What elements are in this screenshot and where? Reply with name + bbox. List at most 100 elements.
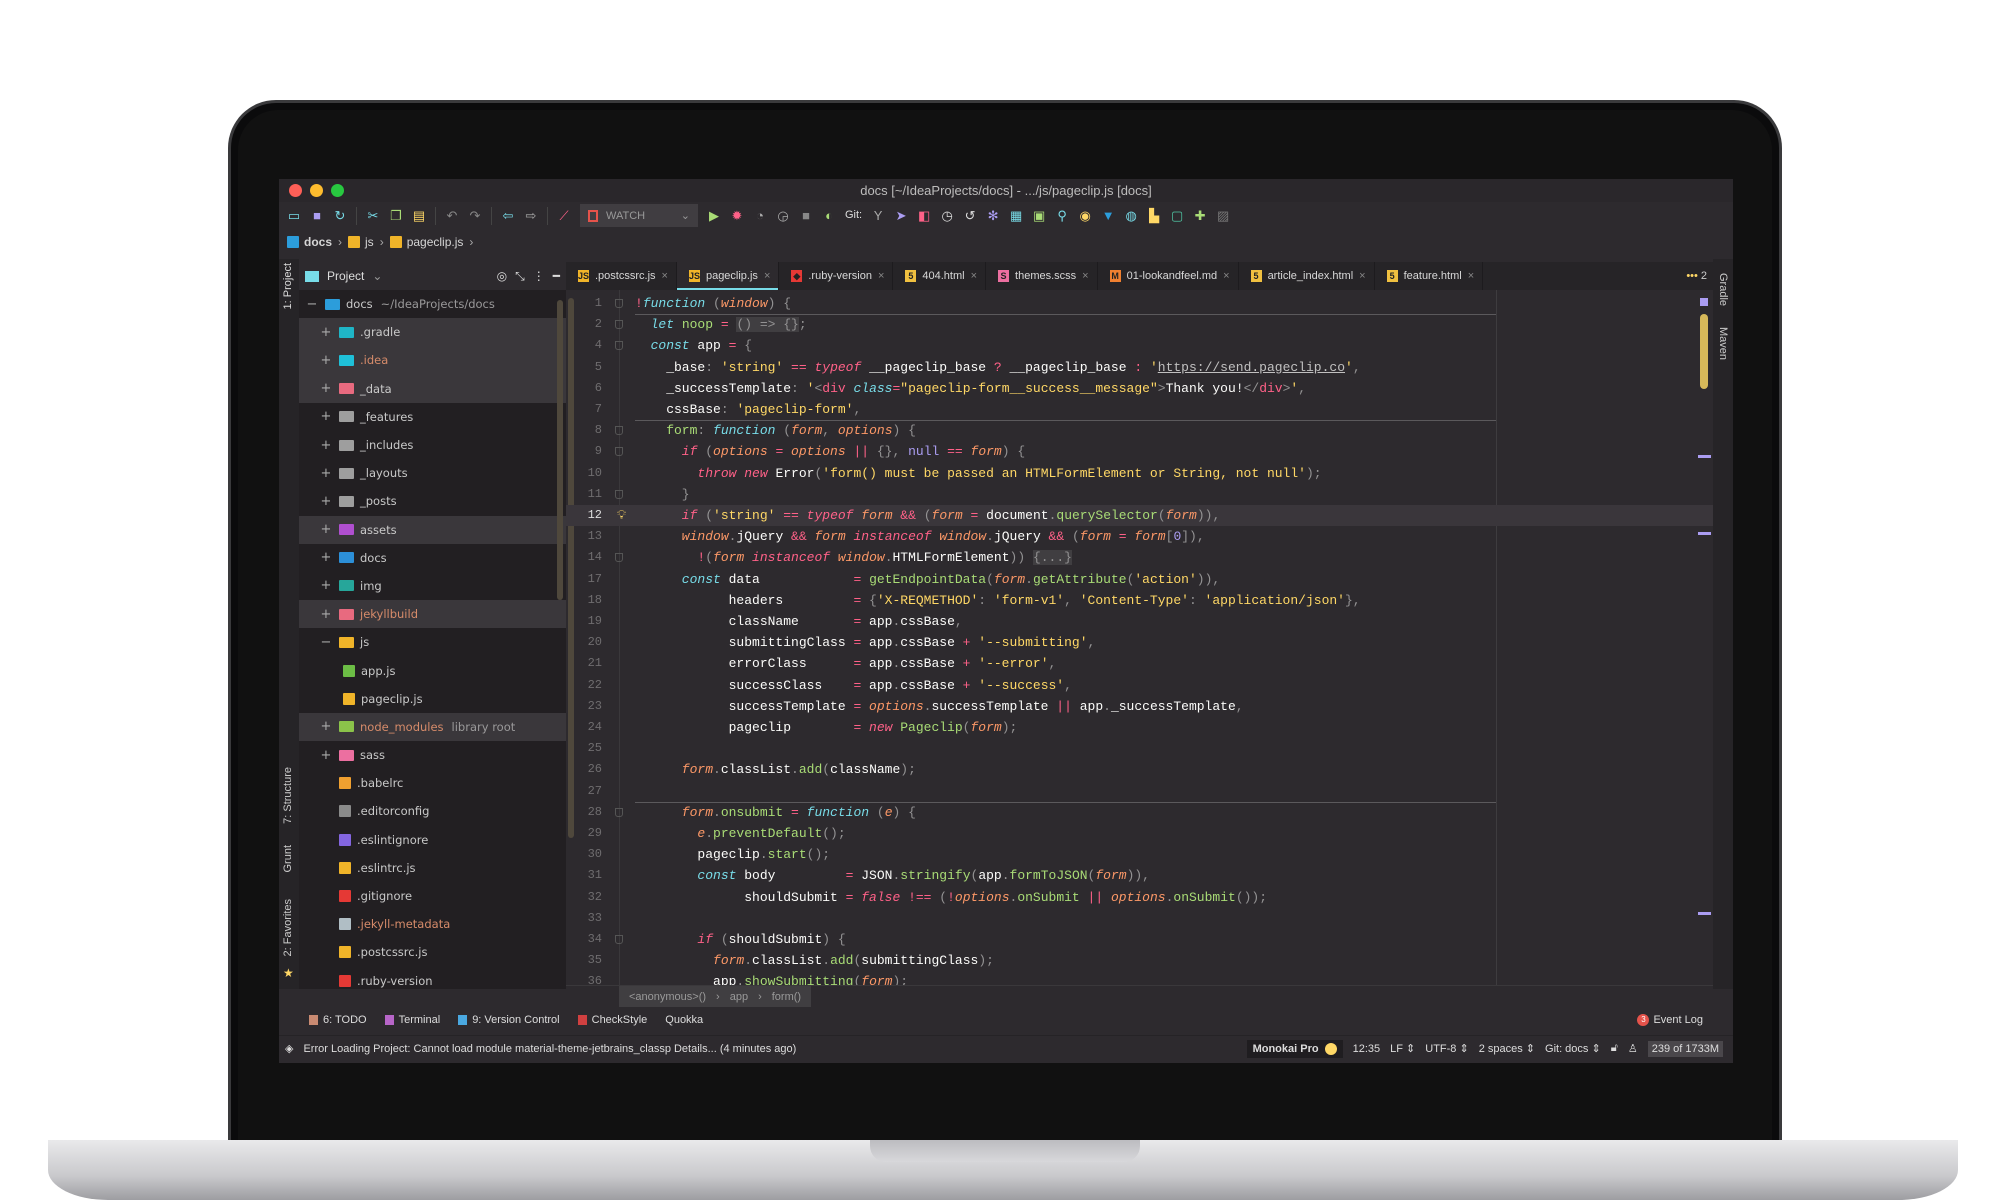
collapse-all-icon[interactable]: ⤡ — [515, 269, 525, 284]
stripe-mark[interactable] — [1698, 532, 1711, 535]
tree-item[interactable]: + _data — [299, 374, 566, 403]
tab-404-html[interactable]: 5 404.html × — [893, 262, 987, 290]
build-icon[interactable]: ⟋ — [557, 209, 571, 223]
terminal-icon[interactable]: ▣ — [1032, 209, 1046, 223]
tree-item[interactable]: + img — [299, 572, 566, 600]
tool-window-project[interactable]: 1: Project — [282, 263, 294, 309]
status-message[interactable]: Error Loading Project: Cannot load modul… — [303, 1043, 796, 1055]
tree-item[interactable]: + sass — [299, 741, 566, 769]
search-icon[interactable]: ⚲ — [1055, 209, 1069, 223]
hector-icon[interactable]: ♙ — [1628, 1042, 1638, 1055]
tool-button-terminal[interactable]: Terminal — [384, 1014, 440, 1026]
tool-button-quokka[interactable]: Quokka — [665, 1014, 703, 1026]
layers-icon[interactable]: ◈ — [285, 1042, 293, 1055]
fold-icon[interactable] — [615, 553, 623, 563]
tree-item[interactable]: + _layouts — [299, 459, 566, 487]
tree-item[interactable]: − docs ~/IdeaProjects/docs — [299, 290, 566, 318]
tree-item[interactable]: app.js — [299, 656, 566, 684]
debug-icon[interactable]: ✹ — [730, 209, 744, 223]
close-tab-icon[interactable]: × — [1082, 270, 1088, 282]
run-icon[interactable]: ▶ — [707, 209, 721, 223]
back-icon[interactable]: ⇦ — [501, 209, 515, 223]
fold-icon[interactable] — [615, 426, 623, 436]
intention-bulb-icon[interactable]: 💡︎ — [617, 507, 626, 523]
line-ending-selector[interactable]: LF ⇕ — [1390, 1042, 1415, 1055]
expand-icon[interactable]: + — [319, 438, 333, 453]
sync-icon[interactable]: ↻ — [333, 209, 347, 223]
editor-breadcrumb-item[interactable]: <anonymous>() — [629, 991, 706, 1003]
coverage-icon[interactable]: ◶ — [776, 209, 790, 223]
expand-icon[interactable]: + — [319, 325, 333, 340]
plugin-icon[interactable]: ◉ — [1078, 209, 1092, 223]
bookmark-icon[interactable]: ▼ — [1101, 209, 1115, 223]
tree-item[interactable]: .jekyll-metadata — [299, 910, 566, 938]
tree-item[interactable]: + .gradle — [299, 318, 566, 347]
minimize-button[interactable] — [310, 184, 323, 197]
git-compare-icon[interactable]: ◧ — [917, 209, 931, 223]
tree-item[interactable]: + _features — [299, 403, 566, 431]
stripe-mark[interactable] — [1698, 455, 1711, 458]
theme-switcher[interactable]: Monokai Pro — [1246, 1039, 1343, 1058]
fold-icon[interactable] — [615, 807, 623, 817]
layout-icon[interactable]: ▙ — [1147, 209, 1161, 223]
tool-button-9-version-control[interactable]: 9: Version Control — [458, 1014, 560, 1026]
tree-item[interactable]: + jekyllbuild — [299, 600, 566, 629]
tree-item[interactable]: .eslintignore — [299, 826, 566, 854]
git-revert-icon[interactable]: ↺ — [963, 209, 977, 223]
update-icon[interactable]: ◐ — [822, 209, 836, 223]
forward-icon[interactable]: ⇨ — [524, 209, 538, 223]
collapse-icon[interactable]: − — [305, 297, 319, 312]
fold-icon[interactable] — [615, 341, 623, 351]
expand-icon[interactable]: + — [319, 466, 333, 481]
stop-icon[interactable]: ■ — [799, 209, 813, 223]
expand-icon[interactable]: + — [319, 719, 333, 734]
tool-window-gradle[interactable]: Gradle — [1717, 273, 1729, 306]
indent-selector[interactable]: 2 spaces ⇕ — [1479, 1042, 1535, 1055]
presentation-icon[interactable]: ▢ — [1170, 209, 1184, 223]
tree-item[interactable]: + node_modules library root — [299, 712, 566, 741]
undo-icon[interactable]: ↶ — [445, 209, 459, 223]
settings-icon[interactable]: ✻ — [986, 209, 1000, 223]
tab-ruby-version[interactable]: ◆ .ruby-version × — [779, 262, 894, 290]
close-tab-icon[interactable]: × — [1359, 270, 1365, 282]
tool-button-checkstyle[interactable]: CheckStyle — [577, 1014, 647, 1026]
expand-icon[interactable]: + — [319, 353, 333, 368]
tree-item[interactable]: + docs — [299, 544, 566, 572]
tree-item[interactable]: .editorconfig — [299, 797, 566, 825]
tree-item[interactable]: + assets — [299, 515, 566, 544]
tree-item[interactable]: pageclip.js — [299, 685, 566, 713]
tab-themes-scss[interactable]: Sthemes.scss × — [986, 262, 1098, 290]
breadcrumb-item[interactable]: pageclip.js — [389, 235, 463, 249]
tree-item[interactable]: .gitignore — [299, 882, 566, 910]
tree-item[interactable]: + _posts — [299, 487, 566, 515]
copy-icon[interactable]: ❐ — [389, 209, 403, 223]
expand-icon[interactable]: + — [319, 578, 333, 593]
redo-icon[interactable]: ↷ — [468, 209, 482, 223]
inspect-icon[interactable]: ◍ — [1124, 209, 1138, 223]
expand-icon[interactable]: + — [319, 607, 333, 622]
git-branch-selector[interactable]: Git: docs ⇕ — [1545, 1042, 1601, 1055]
tool-window-favorites[interactable]: 2: Favorites — [282, 899, 294, 956]
expand-icon[interactable]: + — [319, 550, 333, 565]
fold-icon[interactable] — [615, 935, 623, 944]
close-tab-icon[interactable]: × — [1223, 270, 1229, 282]
breadcrumb-item[interactable]: docs — [287, 235, 332, 249]
close-tab-icon[interactable]: × — [764, 270, 770, 282]
breadcrumb-item[interactable]: js — [348, 235, 374, 249]
git-history-icon[interactable]: ◷ — [940, 209, 954, 223]
close-tab-icon[interactable]: × — [662, 270, 668, 282]
tab-feature-html[interactable]: 5 feature.html × — [1375, 262, 1484, 290]
fold-icon[interactable] — [615, 447, 623, 457]
close-tab-icon[interactable]: × — [971, 270, 977, 282]
expand-icon[interactable]: + — [319, 494, 333, 509]
more-tabs-button[interactable]: ••• 2 — [1686, 262, 1713, 290]
tool-window-grunt[interactable]: Grunt — [282, 845, 294, 873]
expand-icon[interactable]: + — [319, 381, 333, 396]
tab-01-lookandfeel-md[interactable]: M 01-lookandfeel.md × — [1098, 262, 1239, 290]
hide-panel-icon[interactable]: ━ — [553, 269, 560, 283]
tree-item[interactable]: .eslintrc.js — [299, 854, 566, 882]
save-icon[interactable]: ■ — [310, 209, 324, 223]
tree-item[interactable]: .babelrc — [299, 769, 566, 797]
code-editor[interactable]: 1 !function (window) {2 let noop = () => … — [566, 290, 1713, 985]
editor-breadcrumb-item[interactable]: app — [730, 991, 748, 1003]
